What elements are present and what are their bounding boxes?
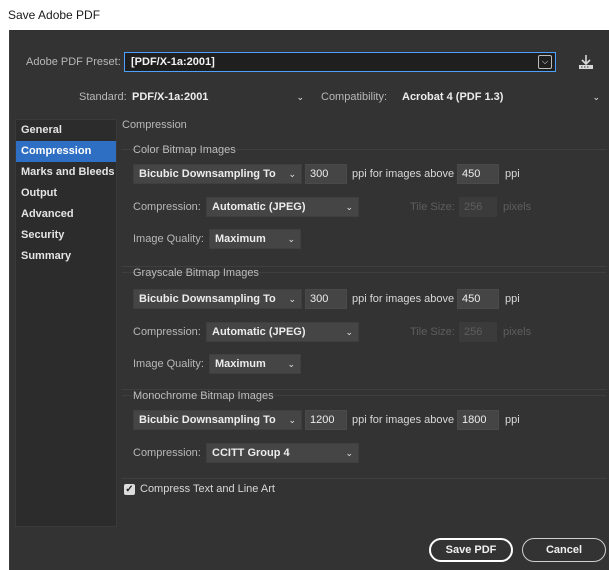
grayscale-tile-unit: pixels <box>503 326 532 338</box>
grayscale-sampling-value: Bicubic Downsampling To <box>139 293 276 305</box>
monochrome-above-input[interactable]: 1800 <box>457 410 499 430</box>
sidebar-item-summary[interactable]: Summary <box>16 246 116 267</box>
standard-dropdown[interactable]: PDF/X-1a:2001 ⌄ <box>126 88 310 106</box>
sidebar-item-general[interactable]: General <box>16 120 116 141</box>
grayscale-above-input[interactable]: 450 <box>457 289 499 309</box>
color-ppi-unit: ppi <box>505 168 520 180</box>
color-tile-label: Tile Size: <box>410 201 455 213</box>
color-above-label: ppi for images above <box>352 168 455 180</box>
chevron-down-icon: ⌄ <box>345 327 353 337</box>
grayscale-compression-label: Compression: <box>133 326 201 338</box>
monochrome-ppi-unit: ppi <box>505 414 520 426</box>
preset-dropdown[interactable]: [PDF/X-1a:2001] ⌵ <box>124 52 556 72</box>
monochrome-group-title: Monochrome Bitmap Images <box>133 390 274 402</box>
save-pdf-button[interactable]: Save PDF <box>429 538 513 562</box>
sidebar: General Compression Marks and Bleeds Out… <box>15 119 117 527</box>
sidebar-item-marks-and-bleeds[interactable]: Marks and Bleeds <box>16 162 116 183</box>
color-group-title: Color Bitmap Images <box>133 144 236 156</box>
color-ppi-input[interactable]: 300 <box>305 164 347 184</box>
sidebar-item-advanced[interactable]: Advanced <box>16 204 116 225</box>
import-preset-icon[interactable] <box>576 52 596 72</box>
color-tile-input: 256 <box>459 197 497 217</box>
color-above-input[interactable]: 450 <box>457 164 499 184</box>
chevron-down-icon: ⌄ <box>288 294 296 304</box>
monochrome-sampling-dropdown[interactable]: Bicubic Downsampling To ⌄ <box>133 410 302 430</box>
checkmark-icon: ✓ <box>125 484 134 495</box>
sidebar-item-output[interactable]: Output <box>16 183 116 204</box>
chevron-down-icon: ⌄ <box>296 92 304 102</box>
chevron-down-icon: ⌄ <box>288 415 296 425</box>
chevron-down-icon: ⌄ <box>287 359 295 369</box>
compress-text-checkbox[interactable]: ✓ <box>124 484 135 495</box>
standard-value: PDF/X-1a:2001 <box>132 91 209 103</box>
chevron-down-icon: ⌄ <box>592 92 600 102</box>
monochrome-compression-label: Compression: <box>133 447 201 459</box>
color-compression-value: Automatic (JPEG) <box>212 201 306 213</box>
grayscale-above-label: ppi for images above <box>352 293 455 305</box>
chevron-down-icon: ⌄ <box>345 202 353 212</box>
grayscale-ppi-input[interactable]: 300 <box>305 289 347 309</box>
color-quality-label: Image Quality: <box>133 233 204 245</box>
grayscale-compression-value: Automatic (JPEG) <box>212 326 306 338</box>
save-pdf-dialog: Adobe PDF Preset: [PDF/X-1a:2001] ⌵ Stan… <box>9 30 609 570</box>
chevron-down-icon: ⌄ <box>287 234 295 244</box>
monochrome-bitmap-group <box>122 395 606 479</box>
color-sampling-value: Bicubic Downsampling To <box>139 168 276 180</box>
sidebar-item-security[interactable]: Security <box>16 225 116 246</box>
standard-label: Standard: <box>79 91 127 103</box>
grayscale-tile-input: 256 <box>459 322 497 342</box>
color-tile-unit: pixels <box>503 201 532 213</box>
color-quality-dropdown[interactable]: Maximum ⌄ <box>209 229 301 249</box>
color-quality-value: Maximum <box>215 233 266 245</box>
monochrome-sampling-value: Bicubic Downsampling To <box>139 414 276 426</box>
monochrome-above-label: ppi for images above <box>352 414 455 426</box>
color-compression-dropdown[interactable]: Automatic (JPEG) ⌄ <box>206 197 359 217</box>
chevron-down-icon: ⌵ <box>538 55 552 69</box>
compatibility-dropdown[interactable]: Acrobat 4 (PDF 1.3) ⌄ <box>396 88 606 106</box>
sidebar-item-compression[interactable]: Compression <box>16 141 116 162</box>
color-compression-label: Compression: <box>133 201 201 213</box>
grayscale-sampling-dropdown[interactable]: Bicubic Downsampling To ⌄ <box>133 289 302 309</box>
grayscale-compression-dropdown[interactable]: Automatic (JPEG) ⌄ <box>206 322 359 342</box>
section-title: Compression <box>122 119 187 131</box>
chevron-down-icon: ⌄ <box>288 169 296 179</box>
chevron-down-icon: ⌄ <box>345 448 353 458</box>
compatibility-label: Compatibility: <box>321 91 388 103</box>
compression-panel: Compression Color Bitmap Images Bicubic … <box>122 119 609 527</box>
grayscale-quality-label: Image Quality: <box>133 358 204 370</box>
grayscale-quality-dropdown[interactable]: Maximum ⌄ <box>209 354 301 374</box>
grayscale-tile-label: Tile Size: <box>410 326 455 338</box>
color-sampling-dropdown[interactable]: Bicubic Downsampling To ⌄ <box>133 164 302 184</box>
compress-text-label: Compress Text and Line Art <box>140 483 275 495</box>
monochrome-compression-dropdown[interactable]: CCITT Group 4 ⌄ <box>206 443 359 463</box>
grayscale-quality-value: Maximum <box>215 358 266 370</box>
window-title: Save Adobe PDF <box>0 0 609 30</box>
preset-label: Adobe PDF Preset: <box>26 56 121 68</box>
monochrome-ppi-input[interactable]: 1200 <box>305 410 347 430</box>
monochrome-compression-value: CCITT Group 4 <box>212 447 290 459</box>
compatibility-value: Acrobat 4 (PDF 1.3) <box>402 91 504 103</box>
grayscale-group-title: Grayscale Bitmap Images <box>133 267 259 279</box>
preset-value: [PDF/X-1a:2001] <box>131 56 215 68</box>
cancel-button[interactable]: Cancel <box>522 538 606 562</box>
grayscale-ppi-unit: ppi <box>505 293 520 305</box>
